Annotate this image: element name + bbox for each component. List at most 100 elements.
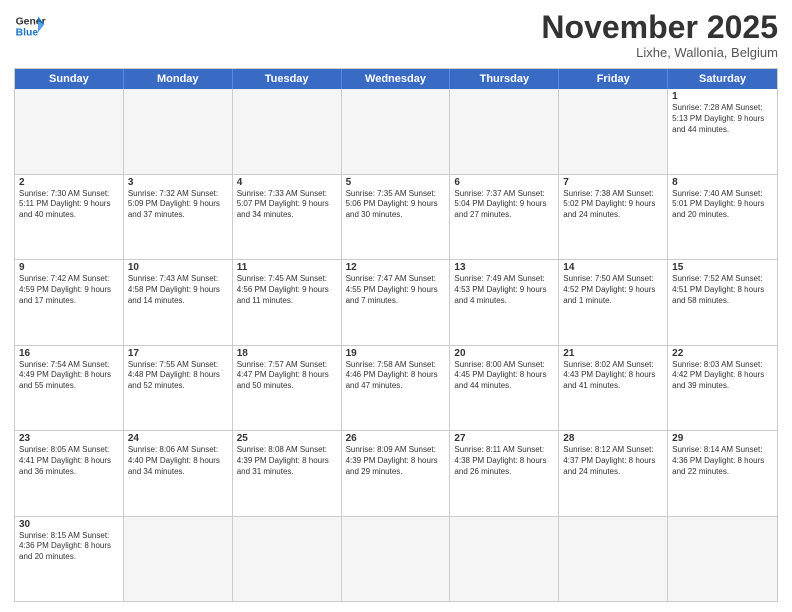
day-info: Sunrise: 7:43 AM Sunset: 4:58 PM Dayligh… (128, 274, 228, 306)
calendar-header-row: SundayMondayTuesdayWednesdayThursdayFrid… (15, 69, 777, 89)
calendar-cell (124, 89, 233, 173)
calendar-cell: 29Sunrise: 8:14 AM Sunset: 4:36 PM Dayli… (668, 431, 777, 515)
calendar-header-cell: Friday (559, 69, 668, 89)
day-number: 20 (454, 348, 554, 359)
day-info: Sunrise: 7:40 AM Sunset: 5:01 PM Dayligh… (672, 189, 773, 221)
day-number: 4 (237, 177, 337, 188)
calendar-cell: 23Sunrise: 8:05 AM Sunset: 4:41 PM Dayli… (15, 431, 124, 515)
calendar-cell (559, 89, 668, 173)
title-block: November 2025 Lixhe, Wallonia, Belgium (541, 10, 778, 60)
day-info: Sunrise: 7:54 AM Sunset: 4:49 PM Dayligh… (19, 360, 119, 392)
calendar-cell: 28Sunrise: 8:12 AM Sunset: 4:37 PM Dayli… (559, 431, 668, 515)
day-info: Sunrise: 8:06 AM Sunset: 4:40 PM Dayligh… (128, 445, 228, 477)
calendar-cell (15, 89, 124, 173)
calendar-cell: 7Sunrise: 7:38 AM Sunset: 5:02 PM Daylig… (559, 175, 668, 259)
calendar-cell (668, 517, 777, 601)
calendar-cell: 17Sunrise: 7:55 AM Sunset: 4:48 PM Dayli… (124, 346, 233, 430)
calendar-cell: 15Sunrise: 7:52 AM Sunset: 4:51 PM Dayli… (668, 260, 777, 344)
calendar-cell: 16Sunrise: 7:54 AM Sunset: 4:49 PM Dayli… (15, 346, 124, 430)
logo: General Blue (14, 10, 46, 42)
day-number: 22 (672, 348, 773, 359)
calendar-cell (559, 517, 668, 601)
calendar-header-cell: Monday (124, 69, 233, 89)
day-number: 16 (19, 348, 119, 359)
calendar-cell: 24Sunrise: 8:06 AM Sunset: 4:40 PM Dayli… (124, 431, 233, 515)
calendar-title: November 2025 (541, 10, 778, 45)
day-number: 27 (454, 433, 554, 444)
calendar-cell: 20Sunrise: 8:00 AM Sunset: 4:45 PM Dayli… (450, 346, 559, 430)
calendar-cell: 18Sunrise: 7:57 AM Sunset: 4:47 PM Dayli… (233, 346, 342, 430)
calendar-row: 16Sunrise: 7:54 AM Sunset: 4:49 PM Dayli… (15, 346, 777, 431)
calendar-cell: 14Sunrise: 7:50 AM Sunset: 4:52 PM Dayli… (559, 260, 668, 344)
day-info: Sunrise: 7:49 AM Sunset: 4:53 PM Dayligh… (454, 274, 554, 306)
day-number: 9 (19, 262, 119, 273)
day-number: 17 (128, 348, 228, 359)
day-info: Sunrise: 7:35 AM Sunset: 5:06 PM Dayligh… (346, 189, 446, 221)
calendar-cell: 27Sunrise: 8:11 AM Sunset: 4:38 PM Dayli… (450, 431, 559, 515)
day-number: 26 (346, 433, 446, 444)
calendar-header-cell: Thursday (450, 69, 559, 89)
day-number: 25 (237, 433, 337, 444)
calendar-header-cell: Wednesday (342, 69, 451, 89)
day-number: 15 (672, 262, 773, 273)
calendar-row: 2Sunrise: 7:30 AM Sunset: 5:11 PM Daylig… (15, 175, 777, 260)
calendar-cell: 12Sunrise: 7:47 AM Sunset: 4:55 PM Dayli… (342, 260, 451, 344)
day-number: 23 (19, 433, 119, 444)
calendar-cell (124, 517, 233, 601)
day-info: Sunrise: 7:30 AM Sunset: 5:11 PM Dayligh… (19, 189, 119, 221)
day-info: Sunrise: 7:32 AM Sunset: 5:09 PM Dayligh… (128, 189, 228, 221)
day-info: Sunrise: 7:55 AM Sunset: 4:48 PM Dayligh… (128, 360, 228, 392)
day-info: Sunrise: 8:14 AM Sunset: 4:36 PM Dayligh… (672, 445, 773, 477)
calendar-row: 23Sunrise: 8:05 AM Sunset: 4:41 PM Dayli… (15, 431, 777, 516)
day-number: 13 (454, 262, 554, 273)
day-number: 24 (128, 433, 228, 444)
day-number: 6 (454, 177, 554, 188)
day-info: Sunrise: 7:52 AM Sunset: 4:51 PM Dayligh… (672, 274, 773, 306)
day-number: 18 (237, 348, 337, 359)
day-info: Sunrise: 8:15 AM Sunset: 4:36 PM Dayligh… (19, 531, 119, 563)
calendar-cell: 9Sunrise: 7:42 AM Sunset: 4:59 PM Daylig… (15, 260, 124, 344)
day-number: 11 (237, 262, 337, 273)
day-number: 30 (19, 519, 119, 530)
calendar-subtitle: Lixhe, Wallonia, Belgium (541, 45, 778, 60)
calendar-cell: 19Sunrise: 7:58 AM Sunset: 4:46 PM Dayli… (342, 346, 451, 430)
calendar-cell: 2Sunrise: 7:30 AM Sunset: 5:11 PM Daylig… (15, 175, 124, 259)
calendar-cell: 22Sunrise: 8:03 AM Sunset: 4:42 PM Dayli… (668, 346, 777, 430)
day-number: 10 (128, 262, 228, 273)
day-info: Sunrise: 8:02 AM Sunset: 4:43 PM Dayligh… (563, 360, 663, 392)
day-info: Sunrise: 7:38 AM Sunset: 5:02 PM Dayligh… (563, 189, 663, 221)
day-number: 21 (563, 348, 663, 359)
calendar-cell (233, 517, 342, 601)
generalblue-logo-icon: General Blue (14, 10, 46, 42)
day-info: Sunrise: 7:50 AM Sunset: 4:52 PM Dayligh… (563, 274, 663, 306)
day-info: Sunrise: 8:08 AM Sunset: 4:39 PM Dayligh… (237, 445, 337, 477)
calendar-row: 30Sunrise: 8:15 AM Sunset: 4:36 PM Dayli… (15, 517, 777, 601)
calendar-cell: 13Sunrise: 7:49 AM Sunset: 4:53 PM Dayli… (450, 260, 559, 344)
calendar-cell: 11Sunrise: 7:45 AM Sunset: 4:56 PM Dayli… (233, 260, 342, 344)
header: General Blue November 2025 Lixhe, Wallon… (14, 10, 778, 60)
svg-text:Blue: Blue (16, 28, 39, 39)
calendar-cell: 1Sunrise: 7:28 AM Sunset: 5:13 PM Daylig… (668, 89, 777, 173)
calendar-cell: 30Sunrise: 8:15 AM Sunset: 4:36 PM Dayli… (15, 517, 124, 601)
day-number: 29 (672, 433, 773, 444)
day-number: 8 (672, 177, 773, 188)
day-info: Sunrise: 8:12 AM Sunset: 4:37 PM Dayligh… (563, 445, 663, 477)
calendar-header-cell: Saturday (668, 69, 777, 89)
day-info: Sunrise: 8:11 AM Sunset: 4:38 PM Dayligh… (454, 445, 554, 477)
calendar-cell: 21Sunrise: 8:02 AM Sunset: 4:43 PM Dayli… (559, 346, 668, 430)
day-info: Sunrise: 8:09 AM Sunset: 4:39 PM Dayligh… (346, 445, 446, 477)
calendar-cell: 6Sunrise: 7:37 AM Sunset: 5:04 PM Daylig… (450, 175, 559, 259)
calendar-cell (233, 89, 342, 173)
calendar-cell (450, 89, 559, 173)
day-info: Sunrise: 7:37 AM Sunset: 5:04 PM Dayligh… (454, 189, 554, 221)
calendar-body: 1Sunrise: 7:28 AM Sunset: 5:13 PM Daylig… (15, 89, 777, 601)
day-info: Sunrise: 7:42 AM Sunset: 4:59 PM Dayligh… (19, 274, 119, 306)
day-info: Sunrise: 7:58 AM Sunset: 4:46 PM Dayligh… (346, 360, 446, 392)
calendar-header-cell: Sunday (15, 69, 124, 89)
calendar-cell (450, 517, 559, 601)
calendar-cell: 26Sunrise: 8:09 AM Sunset: 4:39 PM Dayli… (342, 431, 451, 515)
calendar-cell: 3Sunrise: 7:32 AM Sunset: 5:09 PM Daylig… (124, 175, 233, 259)
day-number: 19 (346, 348, 446, 359)
day-number: 14 (563, 262, 663, 273)
page: General Blue November 2025 Lixhe, Wallon… (0, 0, 792, 612)
